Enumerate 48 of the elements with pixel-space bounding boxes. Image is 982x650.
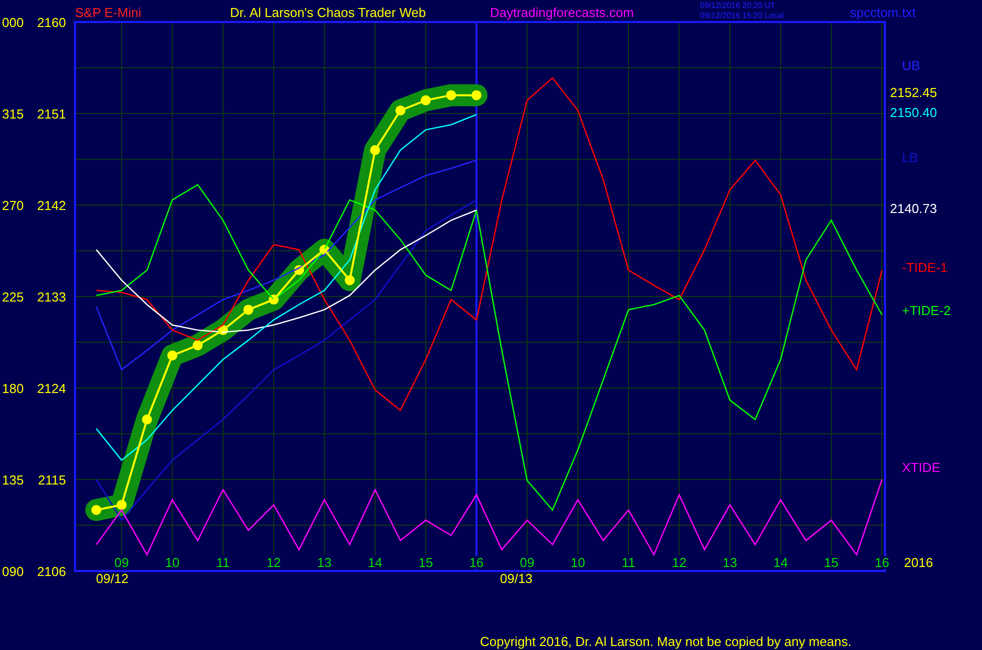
degree-tick-label: 135 (2, 472, 24, 488)
hour-tick-label: 11 (216, 555, 230, 570)
hour-tick-label: 10 (165, 555, 180, 570)
price-tick-label: 2124 (37, 381, 66, 396)
hour-tick-label: 13 (317, 555, 332, 570)
degree-tick-label: 000 (2, 15, 24, 30)
website-label: Daytradingforecasts.com (490, 5, 634, 20)
hour-tick-label: 16 (469, 555, 484, 570)
value-label: 2150.40 (890, 105, 937, 120)
hour-tick-label: 12 (672, 555, 686, 570)
legend-label: XTIDE (902, 460, 940, 475)
price-tick-label: 2106 (37, 564, 66, 579)
degree-tick-label: 180 (2, 381, 24, 396)
file-name-label: spcctom.txt (850, 5, 916, 20)
hour-tick-label: 14 (368, 555, 382, 570)
instrument-label: S&P E-Mini (75, 5, 142, 20)
timestamp-label: 09/12/2016 20:20 UT (700, 1, 776, 10)
chart-title: Dr. Al Larson's Chaos Trader Web (230, 5, 426, 20)
legend-label: LB (902, 150, 918, 165)
hour-tick-label: 15 (418, 555, 433, 570)
price-tick-label: 2160 (37, 15, 66, 30)
legend-label: UB (902, 58, 920, 73)
date-label: 09/12 (96, 571, 129, 586)
hour-tick-label: 16 (874, 555, 890, 570)
hour-tick-label: 13 (722, 555, 738, 570)
hour-tick-label: 09 (114, 555, 129, 570)
legend-label: -TIDE-1 (902, 260, 948, 275)
price-tick-label: 2142 (37, 198, 66, 213)
degree-tick-label: 090 (2, 564, 24, 579)
price-tick-label: 2115 (38, 472, 66, 488)
degree-tick-label: 225 (2, 290, 24, 304)
price-tick-label: 2133 (37, 290, 66, 304)
hour-tick-label: 14 (773, 555, 788, 570)
value-label: 2140.73 (890, 201, 937, 216)
degree-tick-label: 270 (2, 198, 24, 213)
degree-tick-label: 315 (2, 106, 24, 122)
hour-tick-label: 09 (520, 555, 534, 570)
date-label: 09/13 (500, 571, 533, 586)
hour-tick-label: 11 (622, 555, 636, 570)
copyright-notice: Copyright 2016, Dr. Al Larson. May not be copied by any means. (480, 634, 852, 649)
value-label: 2152.45 (890, 85, 937, 100)
timestamp-label: 09/12/2016 15:20 Local (700, 11, 784, 20)
hour-tick-label: 15 (824, 555, 838, 570)
legend-label: +TIDE-2 (902, 303, 951, 318)
hour-tick-label: 10 (570, 555, 586, 570)
hour-tick-label: 12 (266, 555, 281, 570)
price-tick-label: 2151 (37, 106, 66, 122)
year-label: 2016 (904, 555, 933, 570)
